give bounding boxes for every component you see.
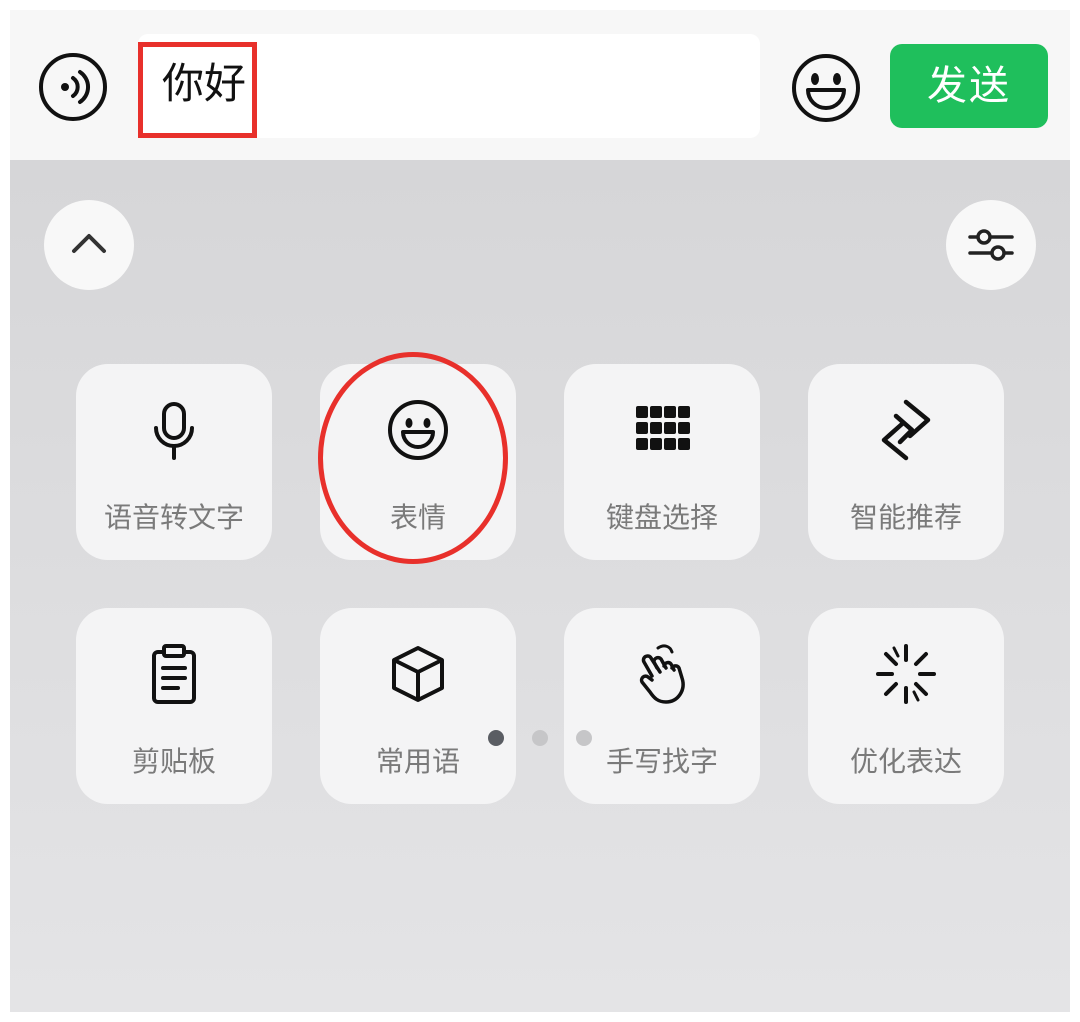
tile-common-phrases[interactable]: 常用语 [320, 608, 516, 804]
tile-label: 剪贴板 [131, 745, 216, 778]
sparkle-icon [876, 644, 936, 704]
message-input[interactable]: 你好 [138, 34, 760, 138]
chevron-up-icon [72, 234, 106, 253]
smart-diamond-icon [881, 399, 931, 461]
page-dot-1[interactable] [488, 730, 504, 746]
tile-label: 优化表达 [849, 745, 962, 778]
smile-face-icon[interactable] [790, 52, 862, 124]
clipboard-icon [152, 644, 196, 704]
chat-input-screen: 你好 发送 语音转文字 表情 键盘选择 智能推荐 剪贴板 常用语 手写找字 优化… [10, 10, 1070, 1012]
tools-panel [10, 160, 1070, 1012]
sliders-icon [968, 229, 1014, 261]
page-dot-3[interactable] [576, 730, 592, 746]
microphone-icon [154, 402, 194, 460]
input-bar: 你好 发送 [10, 10, 1070, 160]
tile-label: 常用语 [375, 745, 460, 778]
page-indicator [488, 730, 608, 750]
tile-smart-recommend[interactable]: 智能推荐 [808, 364, 1004, 560]
tile-label: 语音转文字 [103, 501, 244, 534]
cube-icon [392, 646, 444, 702]
tile-optimize-expression[interactable]: 优化表达 [808, 608, 1004, 804]
tile-label: 键盘选择 [605, 501, 718, 534]
tile-keyboard-select[interactable]: 键盘选择 [564, 364, 760, 560]
settings-button[interactable] [946, 200, 1036, 290]
handwriting-hand-icon [639, 644, 685, 704]
tile-voice-to-text[interactable]: 语音转文字 [76, 364, 272, 560]
collapse-button[interactable] [44, 200, 134, 290]
send-button[interactable]: 发送 [890, 44, 1048, 128]
tile-clipboard[interactable]: 剪贴板 [76, 608, 272, 804]
page-dot-2[interactable] [532, 730, 548, 746]
tile-handwriting[interactable]: 手写找字 [564, 608, 760, 804]
circle-annotation [318, 352, 508, 564]
voice-wave-icon[interactable] [38, 52, 108, 122]
tile-label: 智能推荐 [849, 501, 962, 534]
keypad-grid-icon [636, 406, 690, 450]
highlight-annotation [138, 42, 257, 138]
